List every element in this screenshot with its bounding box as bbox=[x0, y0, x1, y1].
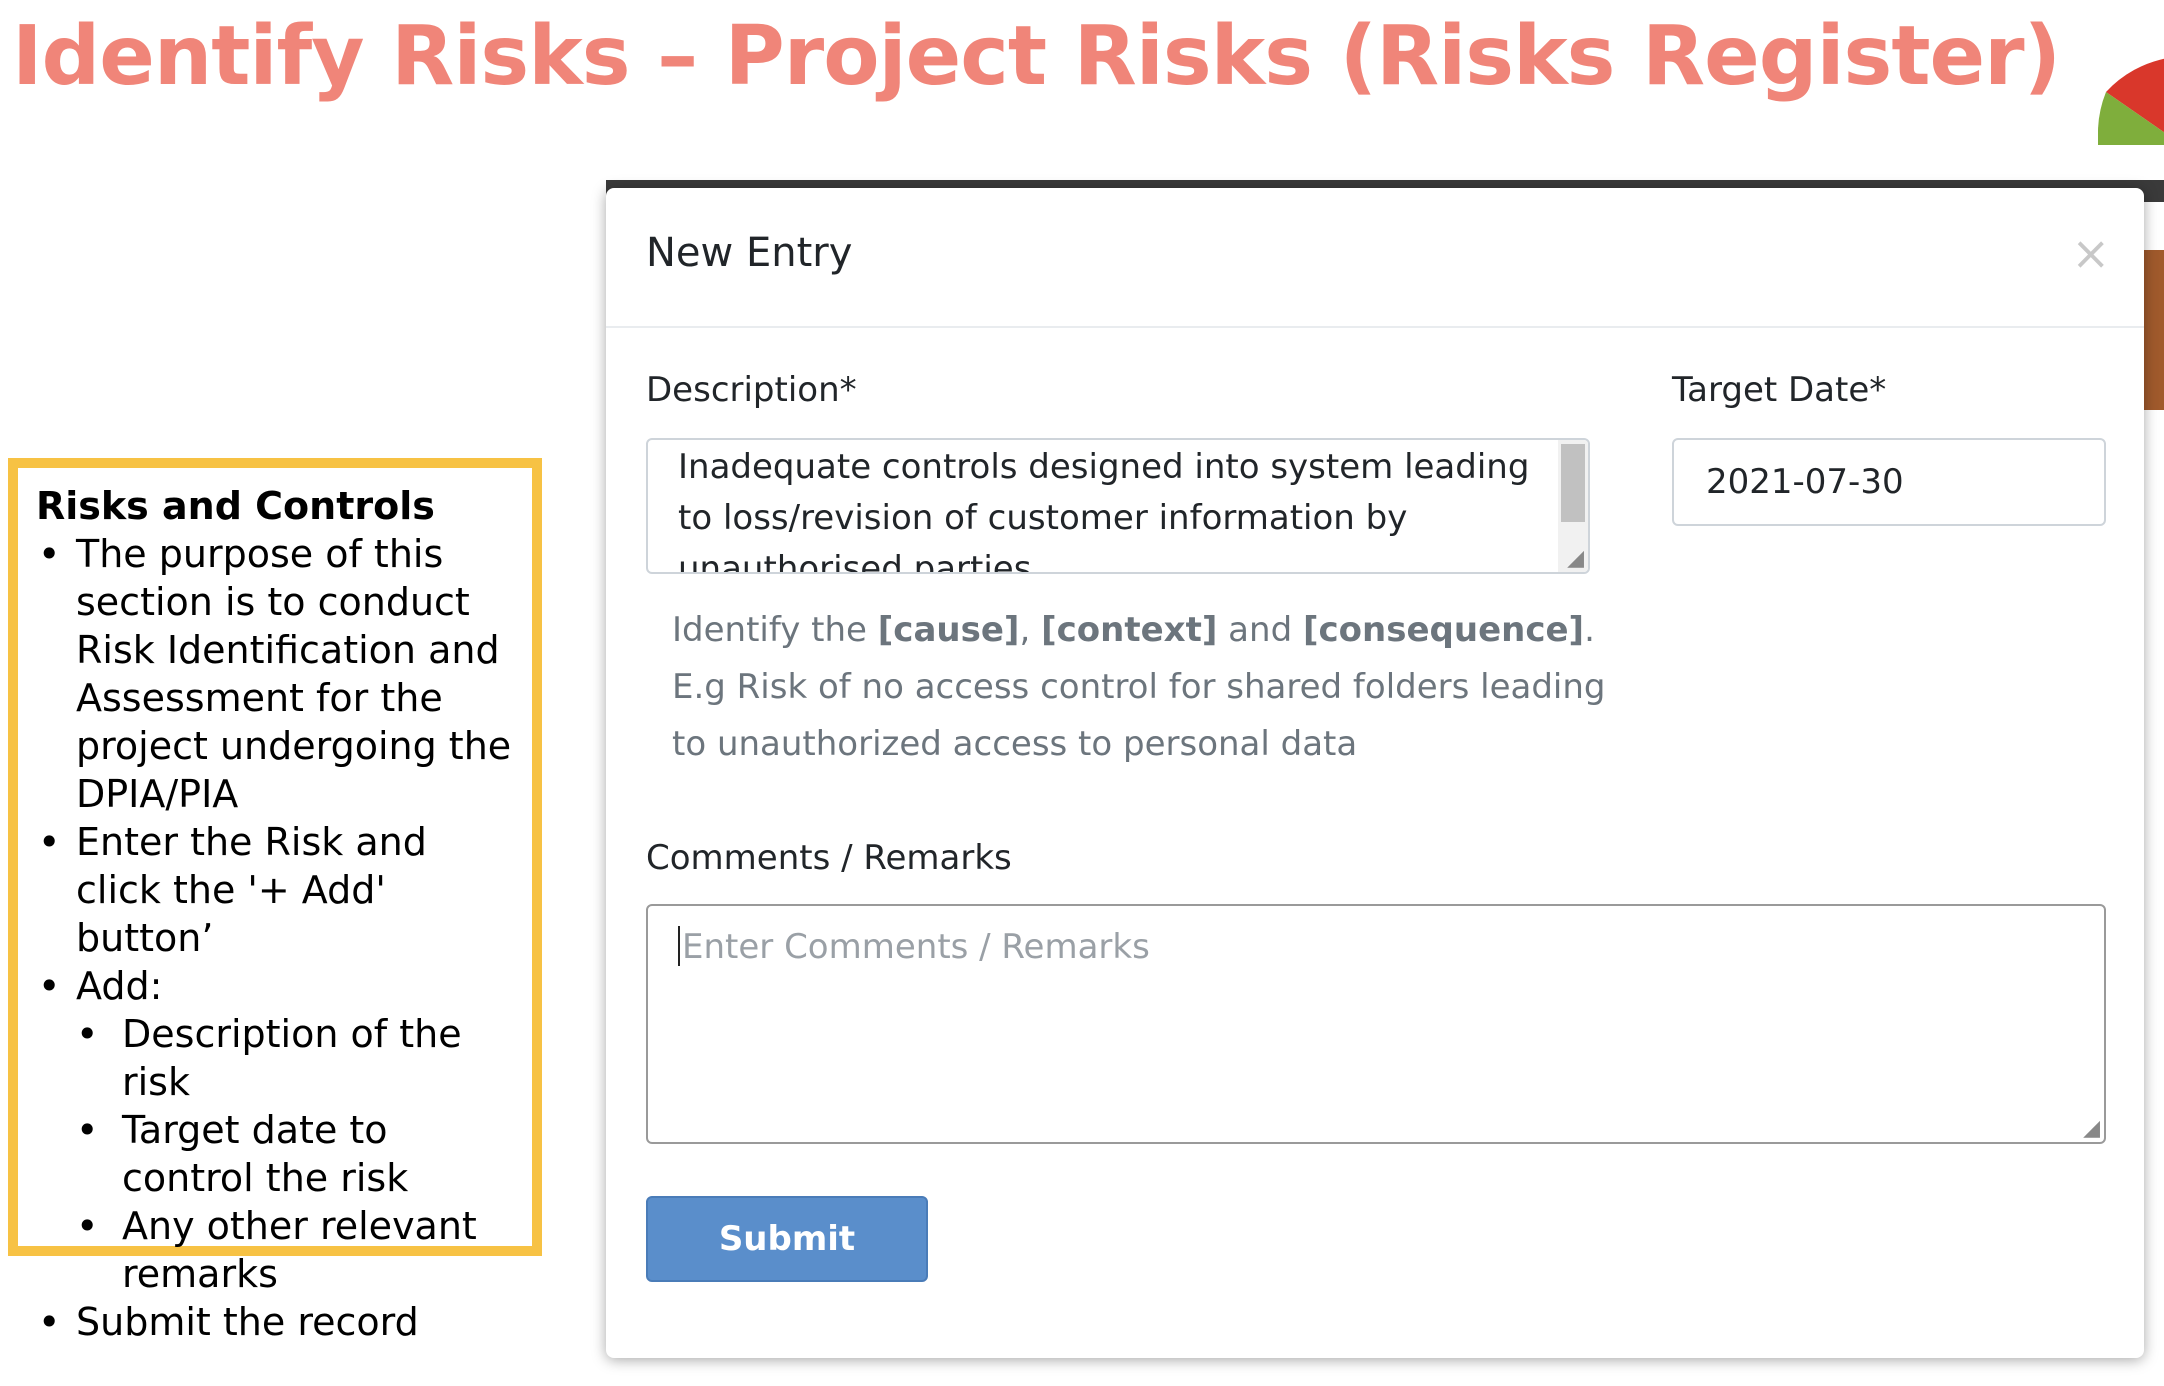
modal-header: New Entry × bbox=[606, 188, 2144, 328]
comments-placeholder: Enter Comments / Remarks bbox=[682, 927, 1150, 967]
logo-icon bbox=[2098, 58, 2164, 145]
list-item: • Enter the Risk and click the '+ Add' bu… bbox=[38, 820, 427, 960]
list-item: • Submit the record bbox=[38, 1300, 419, 1344]
instructions-sublist: • Description of the risk • Target date to… bbox=[76, 1010, 518, 1298]
resize-handle-icon[interactable]: ◢ bbox=[1567, 548, 1584, 570]
text-cursor bbox=[678, 926, 680, 966]
modal-title: New Entry bbox=[646, 230, 853, 276]
description-value: Inadequate controls designed into system… bbox=[678, 447, 1530, 574]
comments-textarea[interactable]: Enter Comments / Remarks ◢ bbox=[646, 904, 2106, 1144]
submit-button[interactable]: Submit bbox=[646, 1196, 928, 1282]
scrollbar-thumb[interactable] bbox=[1561, 444, 1585, 522]
help-example: E.g Risk of no access control for shared… bbox=[672, 667, 1606, 764]
bullet-icon: • bbox=[76, 1012, 99, 1056]
slide-title: Identify Risks – Project Risks (Risks Re… bbox=[12, 9, 2061, 104]
bullet-icon: • bbox=[38, 1300, 61, 1344]
bullet-icon: • bbox=[38, 532, 61, 576]
list-item: • The purpose of this section is to condu… bbox=[38, 532, 512, 816]
close-icon[interactable]: × bbox=[2071, 230, 2110, 276]
list-item: • Description of the risk bbox=[76, 1012, 462, 1104]
bullet-icon: • bbox=[76, 1108, 99, 1152]
instructions-heading: Risks and Controls bbox=[36, 484, 435, 528]
bullet-icon: • bbox=[38, 820, 61, 864]
new-entry-modal: New Entry × Description* Inadequate cont… bbox=[606, 188, 2144, 1358]
target-date-label: Target Date* bbox=[1672, 370, 1887, 410]
list-item: • Add: • Description of the risk • Target d… bbox=[36, 962, 518, 1298]
instructions-box: Risks and Controls • The purpose of this … bbox=[8, 458, 542, 1344]
description-help-text: Identify the [cause], [context] and [con… bbox=[672, 610, 1606, 764]
target-date-input[interactable]: 2021-07-30 bbox=[1672, 438, 2106, 526]
bullet-icon: • bbox=[76, 1204, 99, 1248]
list-item: • Target date to control the risk bbox=[76, 1108, 409, 1200]
description-textarea[interactable]: Inadequate controls designed into system… bbox=[646, 438, 1590, 574]
resize-handle-icon[interactable]: ◢ bbox=[2083, 1118, 2100, 1140]
description-label: Description* bbox=[646, 370, 857, 410]
bullet-icon: • bbox=[38, 964, 61, 1008]
list-item: • Any other relevant remarks bbox=[76, 1204, 477, 1296]
instructions-list: • The purpose of this section is to condu… bbox=[36, 530, 518, 1346]
comments-label: Comments / Remarks bbox=[646, 838, 1012, 878]
